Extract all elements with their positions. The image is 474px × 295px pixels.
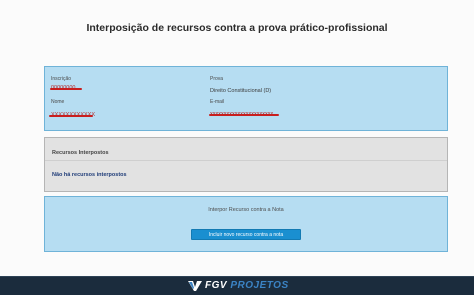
- appeal-caption: Interpor Recurso contra a Nota: [208, 207, 284, 213]
- footer-brand-prefix: FGV: [205, 280, 228, 291]
- add-appeal-button[interactable]: Incluir novo recurso contra a nota: [191, 229, 301, 240]
- page-title: Interposição de recursos contra a prova …: [86, 22, 388, 34]
- inscricao-redaction-mark: [50, 88, 82, 90]
- resources-panel: Recursos Interpostos Não há recursos int…: [44, 137, 448, 192]
- email-redaction-mark: [209, 114, 279, 116]
- candidate-info-panel: Inscrição 00000000 Nome XXXXXXXXXXXX Pro…: [44, 66, 448, 131]
- prova-value: Direito Constitucional (D): [210, 88, 272, 94]
- email-label: E-mail: [210, 99, 225, 105]
- nome-redaction-mark: [49, 115, 93, 117]
- prova-label: Prova: [210, 76, 224, 82]
- fgv-logo-icon: [188, 281, 202, 291]
- inscricao-label: Inscrição: [51, 76, 72, 82]
- resources-empty-message: Não há recursos interpostos: [52, 172, 127, 178]
- nome-label: Nome: [51, 99, 65, 105]
- resources-title: Recursos Interpostos: [52, 150, 109, 156]
- footer: FGV PROJETOS: [0, 276, 474, 295]
- appeal-action-panel: Interpor Recurso contra a Nota Incluir n…: [44, 196, 448, 252]
- footer-brand: FGV PROJETOS: [205, 280, 289, 291]
- resources-divider: [45, 160, 447, 161]
- footer-brand-suffix: PROJETOS: [230, 280, 289, 291]
